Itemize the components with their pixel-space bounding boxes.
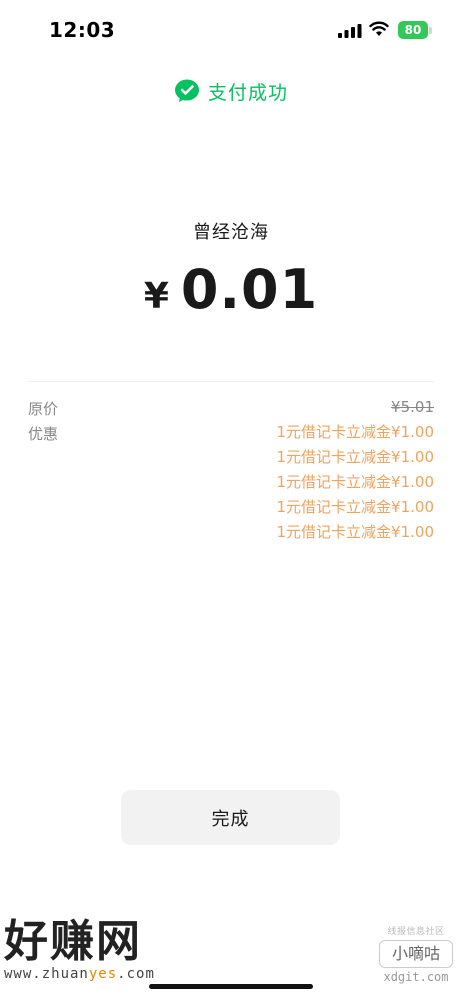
battery-indicator: 80 bbox=[398, 21, 428, 39]
amount-value: 0.01 bbox=[180, 258, 319, 321]
discount-item: 1元借记卡立减金¥1.00 bbox=[276, 473, 435, 491]
done-button[interactable]: 完成 bbox=[121, 790, 340, 845]
discount-item: 1元借记卡立减金¥1.00 bbox=[276, 448, 435, 466]
watermark-url-right: xdgit.com bbox=[383, 970, 449, 984]
discount-item: 1元借记卡立减金¥1.00 bbox=[276, 523, 435, 541]
payment-success-title: 支付成功 bbox=[207, 81, 288, 104]
discount-list: 1元借记卡立减金¥1.00 1元借记卡立减金¥1.00 1元借记卡立减金¥1.0… bbox=[277, 423, 435, 548]
wifi-icon bbox=[369, 21, 389, 36]
watermark-url: www.zhuanyes.com bbox=[4, 966, 155, 982]
cellular-signal-icon bbox=[338, 24, 362, 38]
watermark-title: 好赚网 bbox=[4, 916, 142, 967]
watermark-url-pre: www.zhuan bbox=[4, 966, 89, 982]
divider bbox=[28, 381, 434, 382]
payment-success-header: 支付成功 bbox=[0, 76, 462, 106]
status-time: 12:03 bbox=[49, 18, 116, 42]
wechat-pay-icon bbox=[174, 79, 199, 102]
watermark-url-post: .com bbox=[117, 966, 155, 982]
watermark-url-highlight: yes bbox=[88, 966, 118, 982]
battery-tip bbox=[429, 27, 432, 34]
merchant-name: 曾经沧海 bbox=[193, 222, 269, 243]
watermark-slogan: 线报信息社区 bbox=[387, 927, 445, 937]
discount-label: 优惠 bbox=[28, 425, 59, 443]
payment-amount: ¥ 0.01 bbox=[0, 258, 462, 321]
home-indicator[interactable] bbox=[149, 984, 313, 989]
status-bar: 12:03 80 bbox=[0, 0, 462, 60]
discount-item: 1元借记卡立减金¥1.00 bbox=[276, 498, 435, 516]
original-price-label: 原价 bbox=[28, 400, 59, 418]
watermark-badge: 小嘀咕 bbox=[379, 940, 453, 968]
currency-symbol: ¥ bbox=[143, 276, 169, 317]
site-watermark-left: 好赚网 www.zhuanyes.com bbox=[4, 916, 155, 983]
original-price-value: ¥5.01 bbox=[391, 398, 434, 416]
discount-item: 1元借记卡立减金¥1.00 bbox=[276, 423, 435, 441]
site-watermark-right: 线报信息社区 小嘀咕 xdgit.com bbox=[376, 924, 456, 984]
